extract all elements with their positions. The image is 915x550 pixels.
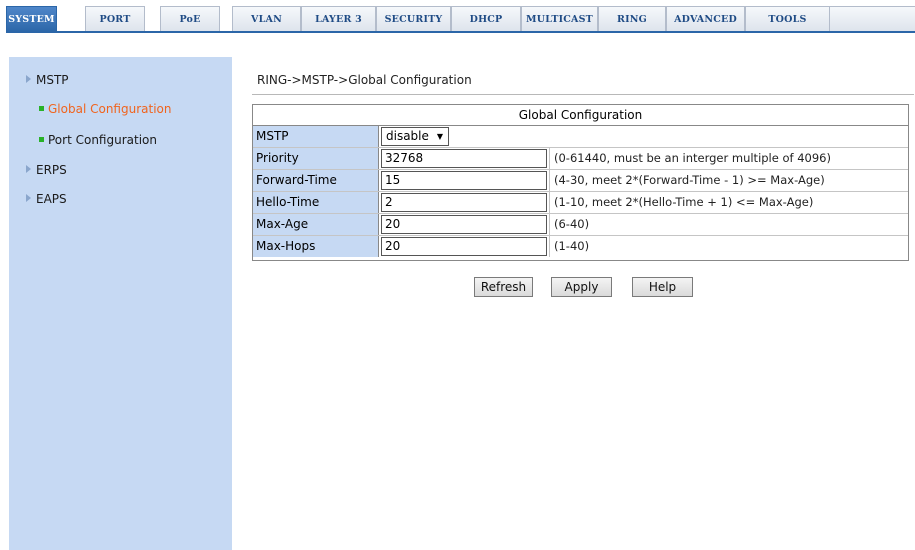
sidebar-item-mstp[interactable]: MSTP <box>26 73 69 87</box>
caret-right-icon <box>26 75 31 83</box>
forward-time-input[interactable]: 15 <box>381 171 547 190</box>
max-hops-input[interactable]: 20 <box>381 237 547 256</box>
caret-right-icon <box>26 165 31 173</box>
sidebar-item-global-configuration[interactable]: Global Configuration <box>39 102 171 116</box>
sidebar-item-label: MSTP <box>36 73 69 87</box>
tab-vlan[interactable]: VLAN <box>232 6 301 32</box>
max-age-hint: (6-40) <box>549 214 908 235</box>
refresh-button[interactable]: Refresh <box>474 277 533 297</box>
top-nav-bar: SYSTEM PORT PoE VLAN LAYER 3 SECURITY DH… <box>0 0 915 38</box>
tab-bar-underline <box>6 31 915 33</box>
sidebar-item-label: ERPS <box>36 163 67 177</box>
row-label: Forward-Time <box>253 170 379 191</box>
tab-port[interactable]: PORT <box>85 6 145 32</box>
max-age-input[interactable]: 20 <box>381 215 547 234</box>
tab-poe[interactable]: PoE <box>160 6 220 32</box>
tab-advanced[interactable]: ADVANCED <box>666 6 745 32</box>
table-row-priority: Priority 32768 (0-61440, must be an inte… <box>253 148 908 170</box>
tab-layer3[interactable]: LAYER 3 <box>301 6 376 32</box>
tab-tools[interactable]: TOOLS <box>745 6 830 32</box>
bullet-square-icon <box>39 137 44 142</box>
table-row-hello-time: Hello-Time 2 (1-10, meet 2*(Hello-Time +… <box>253 192 908 214</box>
row-label: Priority <box>253 148 379 169</box>
sidebar-item-erps[interactable]: ERPS <box>26 163 67 177</box>
row-label: MSTP <box>253 126 379 147</box>
priority-input[interactable]: 32768 <box>381 149 547 168</box>
table-title: Global Configuration <box>253 105 908 126</box>
max-hops-hint: (1-40) <box>549 236 908 257</box>
priority-hint: (0-61440, must be an interger multiple o… <box>549 148 908 169</box>
mstp-select[interactable]: disable ▼ <box>381 127 449 146</box>
tab-multicast[interactable]: MULTICAST <box>521 6 598 32</box>
sidebar: MSTP Global Configuration Port Configura… <box>9 57 232 550</box>
forward-time-hint: (4-30, meet 2*(Forward-Time - 1) >= Max-… <box>549 170 908 191</box>
sidebar-item-label: Port Configuration <box>48 133 157 147</box>
tab-ring[interactable]: RING <box>598 6 666 32</box>
hello-time-hint: (1-10, meet 2*(Hello-Time + 1) <= Max-Ag… <box>549 192 908 213</box>
mstp-select-value: disable <box>386 129 429 143</box>
sidebar-item-label: EAPS <box>36 192 67 206</box>
help-button[interactable]: Help <box>632 277 693 297</box>
row-label: Hello-Time <box>253 192 379 213</box>
row-label: Max-Hops <box>253 236 379 257</box>
table-row-mstp: MSTP disable ▼ <box>253 126 908 148</box>
bullet-square-icon <box>39 106 44 111</box>
hello-time-input[interactable]: 2 <box>381 193 547 212</box>
global-configuration-table: Global Configuration MSTP disable ▼ Prio… <box>252 104 909 261</box>
dropdown-arrow-icon: ▼ <box>436 132 443 141</box>
sidebar-item-eaps[interactable]: EAPS <box>26 192 67 206</box>
apply-button[interactable]: Apply <box>551 277 612 297</box>
row-label: Max-Age <box>253 214 379 235</box>
table-row-max-hops: Max-Hops 20 (1-40) <box>253 236 908 258</box>
table-row-max-age: Max-Age 20 (6-40) <box>253 214 908 236</box>
tab-security[interactable]: SECURITY <box>376 6 451 32</box>
sidebar-item-label: Global Configuration <box>48 102 172 116</box>
tab-system[interactable]: SYSTEM <box>6 6 57 32</box>
breadcrumb: RING->MSTP->Global Configuration <box>257 73 472 87</box>
table-row-forward-time: Forward-Time 15 (4-30, meet 2*(Forward-T… <box>253 170 908 192</box>
sidebar-item-port-configuration[interactable]: Port Configuration <box>39 133 157 147</box>
tab-dhcp[interactable]: DHCP <box>451 6 521 32</box>
tab-bar-filler <box>830 6 915 32</box>
caret-right-icon <box>26 194 31 202</box>
breadcrumb-divider <box>252 94 914 95</box>
